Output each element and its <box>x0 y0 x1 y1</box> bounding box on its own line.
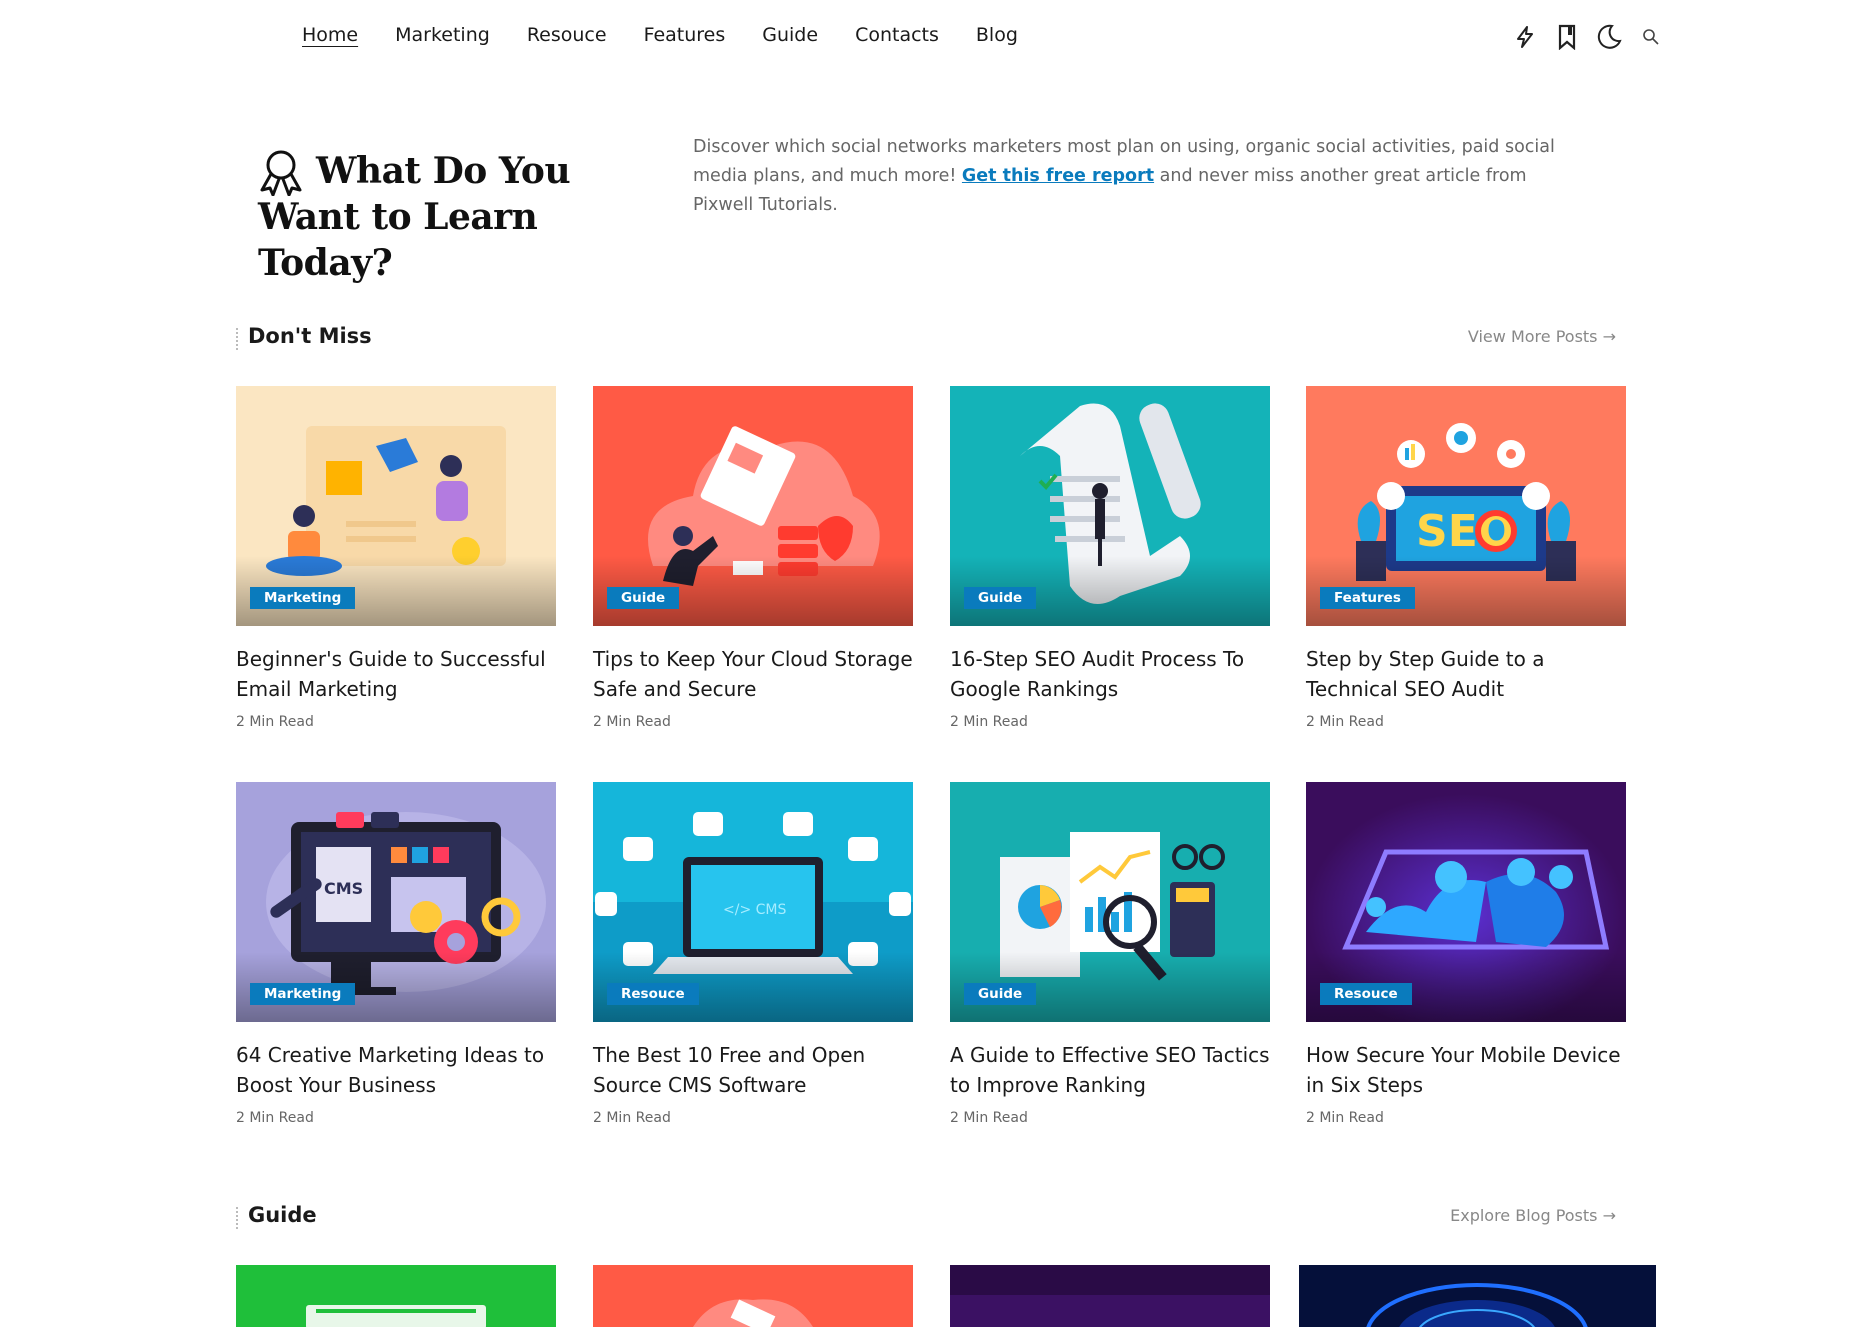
post-thumbnail[interactable]: SEO Features <box>1306 386 1626 626</box>
read-time: 2 Min Read <box>593 714 671 730</box>
read-time: 2 Min Read <box>593 1110 671 1126</box>
page-title-line-1: What Do You <box>316 150 571 192</box>
nav-item-guide[interactable]: Guide <box>762 24 818 46</box>
moon-icon[interactable] <box>1594 22 1624 52</box>
post-thumbnail[interactable] <box>950 1265 1270 1327</box>
post-thumbnail[interactable]: CMS Marketing <box>236 782 556 1022</box>
post-title[interactable]: Tips to Keep Your Cloud Storage Safe and… <box>593 644 913 704</box>
post-title[interactable]: 64 Creative Marketing Ideas to Boost You… <box>236 1040 556 1100</box>
post-thumbnail[interactable] <box>1299 1265 1656 1327</box>
bookmark-icon[interactable] <box>1552 22 1582 52</box>
post-thumbnail[interactable]: Marketing <box>236 386 556 626</box>
post-card: Guide 16-Step SEO Audit Process To Googl… <box>950 386 1270 730</box>
read-time: 2 Min Read <box>950 714 1028 730</box>
category-badge[interactable]: Resouce <box>1320 983 1412 1005</box>
nav-item-contacts[interactable]: Contacts <box>855 24 939 46</box>
post-thumbnail[interactable]: Guide <box>950 782 1270 1022</box>
svg-text:CMS: CMS <box>324 879 363 898</box>
post-thumbnail[interactable]: Resouce <box>1306 782 1626 1022</box>
nav-item-blog[interactable]: Blog <box>976 24 1018 46</box>
nav-item-home[interactable]: Home <box>302 24 358 46</box>
svg-text:</> CMS: </> CMS <box>723 902 786 918</box>
post-thumbnail[interactable]: Guide <box>950 386 1270 626</box>
guide-header: Guide Explore Blog Posts → <box>236 1203 1616 1233</box>
post-thumbnail[interactable] <box>593 1265 913 1327</box>
section-marker <box>236 1207 240 1229</box>
section-title: Don't Miss <box>248 324 372 348</box>
view-more-posts-link[interactable]: View More Posts → <box>1468 327 1616 346</box>
category-badge[interactable]: Marketing <box>250 983 356 1005</box>
page-title-line-2: Want to Learn Today? <box>258 196 538 284</box>
section-marker <box>236 328 240 350</box>
category-badge[interactable]: Guide <box>964 983 1037 1005</box>
post-thumbnail[interactable] <box>236 1265 556 1327</box>
nav-item-resouce[interactable]: Resouce <box>527 24 607 46</box>
nav-item-features[interactable]: Features <box>644 24 726 46</box>
read-time: 2 Min Read <box>1306 714 1384 730</box>
section-title: Guide <box>248 1203 317 1227</box>
post-card: Guide Tips to Keep Your Cloud Storage Sa… <box>593 386 913 730</box>
category-badge[interactable]: Guide <box>964 587 1037 609</box>
post-thumbnail[interactable]: Guide <box>593 386 913 626</box>
read-time: 2 Min Read <box>236 1110 314 1126</box>
top-navbar: Home Marketing Resouce Features Guide Co… <box>0 0 1852 78</box>
main-menu: Home Marketing Resouce Features Guide Co… <box>302 24 1055 46</box>
hero-description: Discover which social networks marketers… <box>693 133 1583 220</box>
category-badge[interactable]: Resouce <box>607 983 699 1005</box>
post-card: SEO Features Step by Step Guide to a Tec… <box>1306 386 1626 730</box>
post-title[interactable]: Beginner's Guide to Successful Email Mar… <box>236 644 556 704</box>
nav-item-marketing[interactable]: Marketing <box>395 24 490 46</box>
post-title[interactable]: The Best 10 Free and Open Source CMS Sof… <box>593 1040 913 1100</box>
post-card: </> CMS Resouce The Best 10 Free and Ope… <box>593 782 913 1126</box>
read-time: 2 Min Read <box>1306 1110 1384 1126</box>
post-card: Guide A Guide to Effective SEO Tactics t… <box>950 782 1270 1126</box>
read-time: 2 Min Read <box>236 714 314 730</box>
lightning-icon[interactable] <box>1510 22 1540 52</box>
post-card: CMS Marketing 64 Creative Marketing Idea… <box>236 782 556 1126</box>
post-card: Marketing Beginner's Guide to Successful… <box>236 386 556 730</box>
read-time: 2 Min Read <box>950 1110 1028 1126</box>
post-thumbnail[interactable]: </> CMS Resouce <box>593 782 913 1022</box>
post-title[interactable]: How Secure Your Mobile Device in Six Ste… <box>1306 1040 1626 1100</box>
category-badge[interactable]: Guide <box>607 587 680 609</box>
header-actions <box>1510 22 1666 52</box>
post-card: Resouce How Secure Your Mobile Device in… <box>1306 782 1626 1126</box>
award-ribbon-icon <box>258 148 306 198</box>
post-title[interactable]: A Guide to Effective SEO Tactics to Impr… <box>950 1040 1270 1100</box>
category-badge[interactable]: Features <box>1320 587 1415 609</box>
explore-blog-posts-link[interactable]: Explore Blog Posts → <box>1450 1206 1616 1225</box>
post-title[interactable]: 16-Step SEO Audit Process To Google Rank… <box>950 644 1270 704</box>
dont-miss-header: Don't Miss View More Posts → <box>236 324 1616 354</box>
page-title: What Do You Want to Learn Today? <box>258 148 658 286</box>
hero-heading: What Do You Want to Learn Today? <box>258 148 658 286</box>
search-icon[interactable] <box>1636 22 1666 52</box>
free-report-link[interactable]: Get this free report <box>962 166 1154 186</box>
post-title[interactable]: Step by Step Guide to a Technical SEO Au… <box>1306 644 1626 704</box>
category-badge[interactable]: Marketing <box>250 587 356 609</box>
